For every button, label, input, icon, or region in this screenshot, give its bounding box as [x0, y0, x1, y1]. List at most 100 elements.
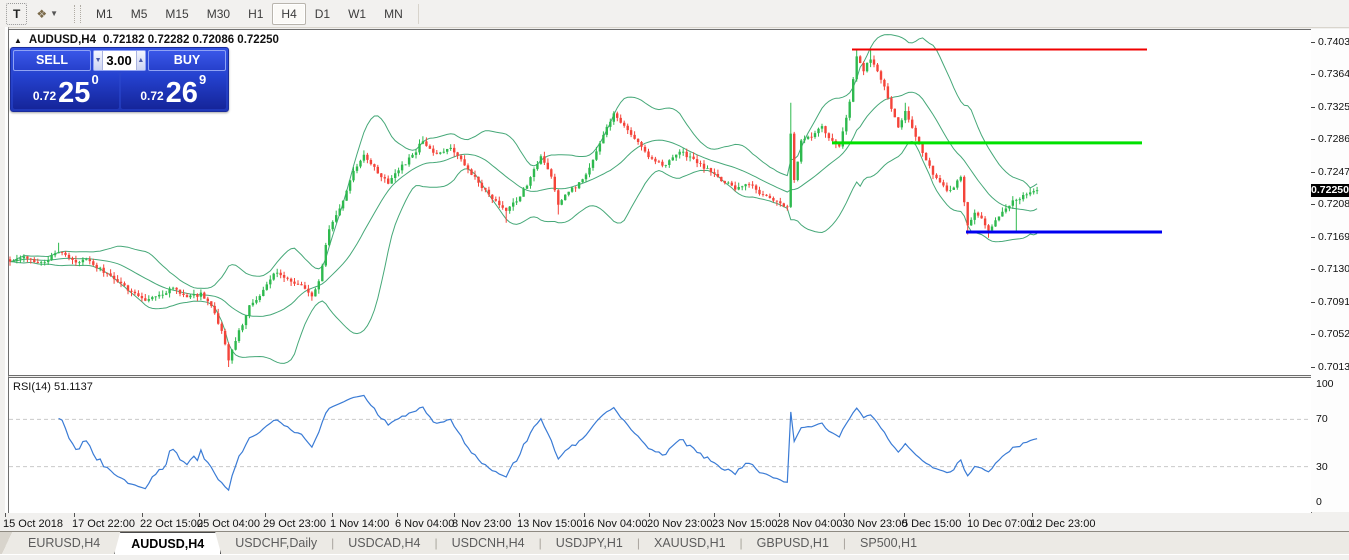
time-tick-mark [844, 513, 845, 517]
timeframe-button-h1[interactable]: H1 [239, 3, 272, 25]
time-tick-mark [5, 513, 6, 517]
time-tick-label: 28 Nov 04:00 [777, 518, 842, 530]
time-tick-label: 5 Dec 15:00 [902, 518, 961, 530]
sell-price-point: 0 [91, 73, 98, 85]
tab-usdcnh-h4[interactable]: USDCNH,H4 [438, 532, 539, 554]
toolbar-grip[interactable] [74, 5, 81, 23]
tab-audusd-h4[interactable]: AUDUSD,H4 [114, 532, 221, 554]
buy-button[interactable]: BUY [148, 50, 226, 71]
tab-usdjpy-h1[interactable]: USDJPY,H1 [542, 532, 637, 554]
bollinger-lower-band [10, 142, 1037, 364]
sell-button[interactable]: SELL [13, 50, 91, 71]
time-tick-mark [904, 513, 905, 517]
time-axis[interactable]: 15 Oct 201817 Oct 22:0022 Oct 15:0025 Oc… [0, 513, 1349, 531]
tabbar-corner-notch [0, 532, 14, 554]
time-tick-mark [969, 513, 970, 517]
rsi-tick-label: 100 [1316, 378, 1334, 390]
sell-price-prefix: 0.72 [33, 86, 56, 106]
time-tick-mark [454, 513, 455, 517]
timeframe-button-m30[interactable]: M30 [198, 3, 239, 25]
price-tick-mark [1311, 107, 1315, 108]
tab-usdcad-h4[interactable]: USDCAD,H4 [334, 532, 434, 554]
bollinger-middle-band [10, 92, 1037, 316]
price-tick-mark [1311, 334, 1315, 335]
price-tick-mark [1311, 74, 1315, 75]
time-tick-mark [332, 513, 333, 517]
timeframe-button-m15[interactable]: M15 [156, 3, 197, 25]
price-tick-label: 0.70910 [1318, 296, 1349, 308]
price-tick-mark [1311, 42, 1315, 43]
tab-gbpusd-h1[interactable]: GBPUSD,H1 [743, 532, 843, 554]
time-tick-label: 15 Oct 2018 [3, 518, 63, 530]
time-tick-label: 20 Nov 23:00 [647, 518, 712, 530]
volume-decrease-button[interactable]: ▼ [94, 51, 103, 70]
objects-tool-button[interactable]: ❖ ▼ [29, 3, 65, 25]
price-tick-mark [1311, 367, 1315, 368]
time-tick-mark [142, 513, 143, 517]
timeframe-button-m5[interactable]: M5 [122, 3, 157, 25]
one-click-trading-panel: SELL ▼ ▲ BUY 0.72 25 0 0.72 26 9 [10, 47, 229, 112]
rsi-tick-label: 70 [1316, 413, 1328, 425]
time-tick-label: 12 Dec 23:00 [1030, 518, 1095, 530]
price-tick-mark [1311, 237, 1315, 238]
tab-usdchf-daily[interactable]: USDCHF,Daily [221, 532, 331, 554]
price-tick-label: 0.73250 [1318, 101, 1349, 113]
price-tick-mark [1311, 302, 1315, 303]
mt5-window: { "toolbar": { "text_tool": "T", "object… [0, 0, 1349, 559]
time-tick-label: 16 Nov 04:00 [582, 518, 647, 530]
time-tick-mark [199, 513, 200, 517]
price-tick-mark [1311, 269, 1315, 270]
timeframe-button-m1[interactable]: M1 [87, 3, 122, 25]
status-bar [0, 554, 1349, 560]
time-tick-label: 23 Nov 15:00 [712, 518, 777, 530]
volume-input[interactable] [103, 51, 135, 70]
time-tick-label: 10 Dec 07:00 [967, 518, 1032, 530]
price-tick-mark [1311, 139, 1315, 140]
rsi-line [59, 395, 1038, 490]
sell-price-display[interactable]: 0.72 25 0 [13, 73, 119, 109]
chart-symbol-label: AUDUSD,H4 [29, 34, 96, 46]
current-price-tag: 0.72250 [1311, 184, 1349, 197]
chart-title: ▲ AUDUSD,H4 0.72182 0.72282 0.72086 0.72… [14, 34, 279, 46]
tab-sp500-h1[interactable]: SP500,H1 [846, 532, 931, 554]
timeframe-button-mn[interactable]: MN [375, 3, 412, 25]
price-tick-label: 0.73640 [1318, 68, 1349, 80]
time-tick-mark [74, 513, 75, 517]
sell-price-pips: 25 [58, 80, 90, 106]
price-tick-label: 0.71300 [1318, 263, 1349, 275]
toolbar-separator [418, 4, 419, 24]
time-tick-mark [265, 513, 266, 517]
objects-icon: ❖ [36, 7, 47, 21]
price-tick-label: 0.70130 [1318, 361, 1349, 373]
time-tick-label: 30 Nov 23:00 [842, 518, 907, 530]
time-tick-label: 6 Nov 04:00 [395, 518, 454, 530]
time-tick-label: 29 Oct 23:00 [263, 518, 326, 530]
price-tick-label: 0.74030 [1318, 36, 1349, 48]
volume-increase-button[interactable]: ▲ [136, 51, 145, 70]
time-tick-mark [584, 513, 585, 517]
time-tick-label: 8 Nov 23:00 [452, 518, 511, 530]
timeframe-button-d1[interactable]: D1 [306, 3, 339, 25]
buy-price-pips: 26 [166, 80, 198, 106]
buy-price-prefix: 0.72 [140, 86, 163, 106]
price-tick-label: 0.71690 [1318, 231, 1349, 243]
time-tick-mark [519, 513, 520, 517]
time-tick-label: 17 Oct 22:00 [72, 518, 135, 530]
time-tick-mark [397, 513, 398, 517]
rsi-tick-label: 0 [1316, 496, 1322, 508]
price-tick-mark [1311, 172, 1315, 173]
collapse-arrow-icon[interactable]: ▲ [14, 36, 22, 45]
price-tick-label: 0.72470 [1318, 166, 1349, 178]
tab-eurusd-h4[interactable]: EURUSD,H4 [14, 532, 114, 554]
buy-price-display[interactable]: 0.72 26 9 [121, 73, 227, 109]
rsi-indicator-chart[interactable] [9, 378, 1310, 511]
time-tick-mark [779, 513, 780, 517]
text-tool-button[interactable]: T [6, 3, 27, 25]
timeframe-button-w1[interactable]: W1 [339, 3, 375, 25]
time-tick-mark [649, 513, 650, 517]
timeframe-button-h4[interactable]: H4 [272, 3, 305, 25]
time-tick-label: 22 Oct 15:00 [140, 518, 203, 530]
rsi-tick-label: 30 [1316, 461, 1328, 473]
tab-xauusd-h1[interactable]: XAUUSD,H1 [640, 532, 740, 554]
rsi-indicator-label: RSI(14) 51.1137 [13, 381, 93, 393]
